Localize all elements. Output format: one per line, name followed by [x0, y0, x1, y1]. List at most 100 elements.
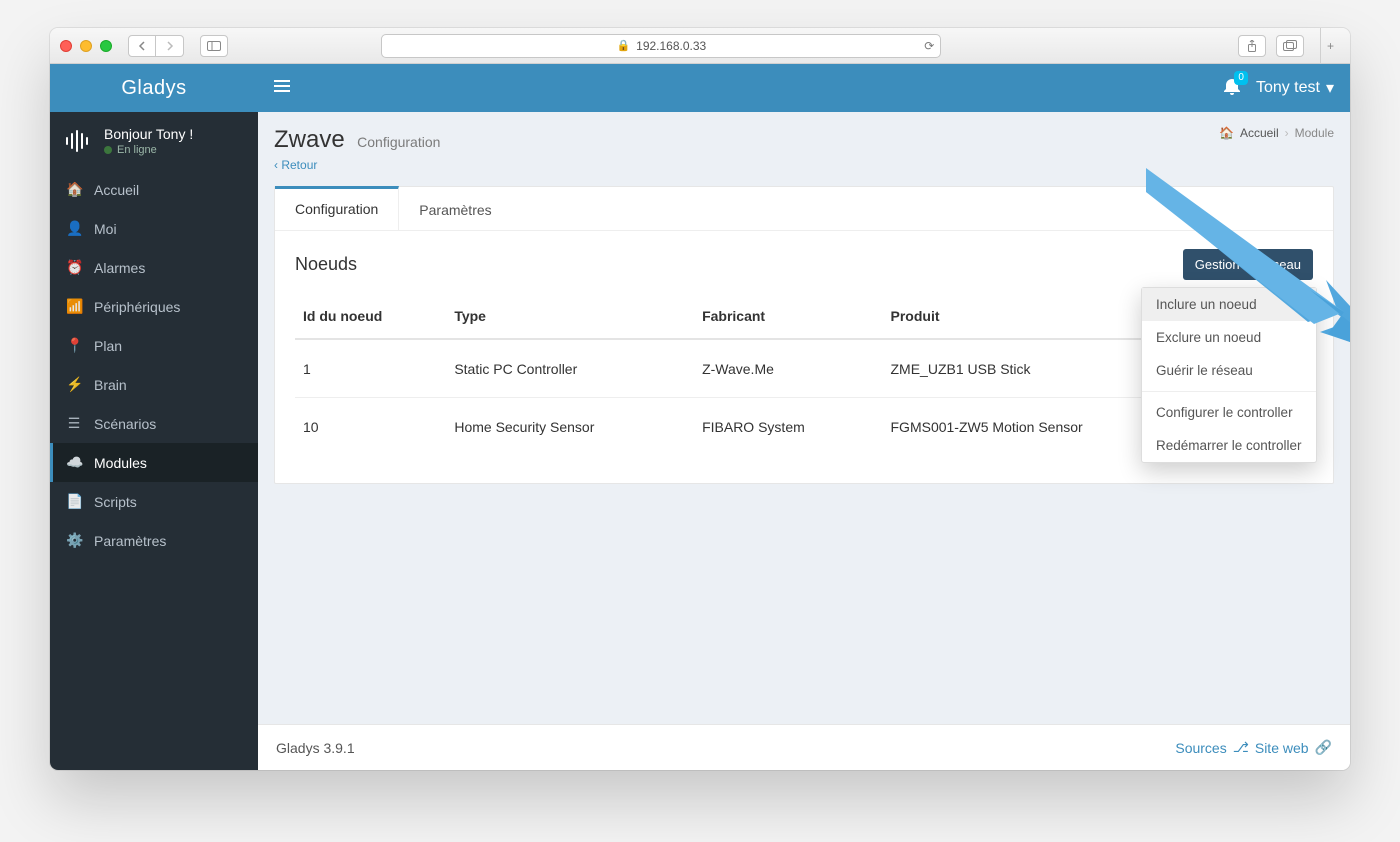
- caret-down-icon: ▾: [1326, 78, 1334, 98]
- minimize-window-icon[interactable]: [80, 40, 92, 52]
- footer-sources-text: Sources: [1175, 740, 1226, 756]
- sidebar-item-label: Périphériques: [94, 299, 180, 315]
- user-status-text: En ligne: [117, 144, 157, 156]
- sidebar-item-label: Plan: [94, 338, 122, 354]
- sidebar-item-label: Modules: [94, 455, 147, 471]
- tabs-button[interactable]: [1276, 35, 1304, 57]
- tab-parametres[interactable]: Paramètres: [399, 187, 511, 230]
- dropdown-item-label: Inclure un noeud: [1156, 297, 1257, 312]
- cell-maker: FIBARO System: [694, 398, 882, 456]
- cloud-download-icon: ☁️: [66, 454, 82, 471]
- back-link-text: Retour: [281, 158, 317, 172]
- network-management-button-label: Gestion du réseau: [1195, 257, 1301, 272]
- fullscreen-window-icon[interactable]: [100, 40, 112, 52]
- dropdown-item-label: Configurer le controller: [1156, 405, 1293, 420]
- sidebar-toggle-button[interactable]: [200, 35, 228, 57]
- new-tab-button[interactable]: +: [1320, 28, 1340, 64]
- back-button[interactable]: [128, 35, 156, 57]
- sidebar-item-label: Brain: [94, 377, 127, 393]
- sidebar-item-label: Scénarios: [94, 416, 156, 432]
- th-type: Type: [446, 294, 694, 339]
- wave-icon: [64, 129, 92, 153]
- user-menu-button[interactable]: Tony test ▾: [1256, 78, 1334, 98]
- user-menu-name: Tony test: [1256, 79, 1320, 97]
- cell-maker: Z-Wave.Me: [694, 339, 882, 398]
- sidebar-item-label: Scripts: [94, 494, 137, 510]
- dropdown-divider: [1142, 391, 1316, 392]
- main: 0 Tony test ▾ Zwave Configuration ‹ Reto…: [258, 64, 1350, 770]
- content: Zwave Configuration ‹ Retour 🏠 Accueil ›…: [258, 112, 1350, 724]
- dropdown-item-restart-controller[interactable]: Redémarrer le controller: [1142, 429, 1316, 462]
- footer: Gladys 3.9.1 Sources ⎇ Site web 🔗: [258, 724, 1350, 770]
- th-id: Id du noeud: [295, 294, 446, 339]
- sidebar-item-parametres[interactable]: ⚙️ Paramètres: [50, 521, 258, 560]
- address-bar[interactable]: 🔒 192.168.0.33 ⟳: [381, 34, 941, 58]
- breadcrumb: 🏠 Accueil › Module: [1219, 126, 1334, 140]
- forward-button[interactable]: [156, 35, 184, 57]
- home-icon: 🏠: [1219, 126, 1234, 140]
- notification-badge: 0: [1234, 71, 1248, 85]
- breadcrumb-current: Module: [1295, 126, 1334, 140]
- sidebar-item-brain[interactable]: ⚡Brain: [50, 365, 258, 404]
- gear-icon: ⚙️: [66, 532, 82, 549]
- reload-icon[interactable]: ⟳: [924, 39, 934, 53]
- sidebar-item-alarmes[interactable]: ⏰Alarmes: [50, 248, 258, 287]
- location-icon: 📍: [66, 337, 82, 354]
- tab-configuration[interactable]: Configuration: [275, 186, 399, 230]
- sidebar-item-label: Alarmes: [94, 260, 145, 276]
- tabs: Configuration Paramètres: [275, 187, 1333, 231]
- brand-title[interactable]: Gladys: [50, 64, 258, 112]
- network-management-button[interactable]: Gestion du réseau: [1183, 249, 1313, 280]
- sidebar-item-scripts[interactable]: 📄 Scripts: [50, 482, 258, 521]
- window-controls: [60, 40, 112, 52]
- notifications-button[interactable]: 0: [1224, 77, 1240, 100]
- sidebar-item-label: Paramètres: [94, 533, 166, 549]
- share-button[interactable]: [1238, 35, 1266, 57]
- sidebar-item-accueil[interactable]: 🏠 Accueil: [50, 170, 258, 209]
- hamburger-toggle[interactable]: [274, 79, 290, 97]
- link-icon: 🔗: [1315, 739, 1332, 756]
- sidebar-item-plan[interactable]: 📍 Plan: [50, 326, 258, 365]
- sidebar: Gladys: [50, 64, 258, 770]
- topbar: 0 Tony test ▾: [258, 64, 1350, 112]
- dropdown-item-label: Exclure un noeud: [1156, 330, 1261, 345]
- network-dropdown: Inclure un noeud Exclure un noeud Guérir…: [1141, 287, 1317, 463]
- th-maker: Fabricant: [694, 294, 882, 339]
- footer-site-link[interactable]: Site web: [1255, 740, 1309, 756]
- user-icon: 👤: [66, 220, 82, 237]
- dashboard-icon: 🏠: [66, 181, 82, 198]
- panel-title: Noeuds: [295, 254, 357, 275]
- dropdown-item-heal-network[interactable]: Guérir le réseau: [1142, 354, 1316, 387]
- cell-type: Home Security Sensor: [446, 398, 694, 456]
- browser-toolbar: 🔒 192.168.0.33 ⟳ +: [50, 28, 1350, 64]
- sidebar-item-scenarios[interactable]: ☰Scénarios: [50, 404, 258, 443]
- url-text: 192.168.0.33: [636, 39, 706, 53]
- sidebar-item-label: Moi: [94, 221, 117, 237]
- sidebar-item-moi[interactable]: 👤 Moi: [50, 209, 258, 248]
- sidebar-item-label: Accueil: [94, 182, 139, 198]
- back-link[interactable]: ‹ Retour: [274, 158, 317, 172]
- dropdown-item-label: Redémarrer le controller: [1156, 438, 1302, 453]
- user-status: En ligne: [104, 144, 193, 156]
- github-icon: ⎇: [1233, 739, 1249, 756]
- file-icon: 📄: [66, 493, 82, 510]
- lock-icon: 🔒: [616, 39, 630, 52]
- cell-type: Static PC Controller: [446, 339, 694, 398]
- page-title: Zwave: [274, 126, 345, 153]
- brand-text: Gladys: [121, 77, 186, 100]
- tab-label: Paramètres: [419, 202, 491, 218]
- close-window-icon[interactable]: [60, 40, 72, 52]
- breadcrumb-home[interactable]: Accueil: [1240, 126, 1279, 140]
- footer-version: Gladys 3.9.1: [276, 740, 355, 756]
- sidebar-item-peripheriques[interactable]: 📶Périphériques: [50, 287, 258, 326]
- dropdown-item-exclude-node[interactable]: Exclure un noeud: [1142, 321, 1316, 354]
- sidebar-item-modules[interactable]: ☁️ Modules: [50, 443, 258, 482]
- page-subtitle: Configuration: [357, 134, 440, 150]
- tab-label: Configuration: [295, 201, 378, 217]
- dropdown-item-configure-controller[interactable]: Configurer le controller: [1142, 396, 1316, 429]
- user-box: Bonjour Tony ! En ligne: [50, 112, 258, 166]
- browser-window: 🔒 192.168.0.33 ⟳ + Gladys: [50, 28, 1350, 770]
- footer-sources-link[interactable]: Sources: [1175, 740, 1226, 756]
- breadcrumb-sep: ›: [1285, 126, 1289, 140]
- dropdown-item-include-node[interactable]: Inclure un noeud: [1142, 288, 1316, 321]
